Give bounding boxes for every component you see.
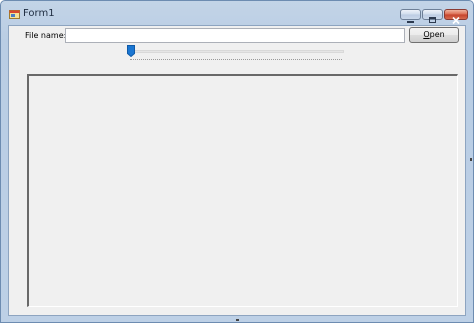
file-name-label: File name:: [25, 31, 67, 40]
resize-grip[interactable]: [470, 158, 472, 161]
maximize-button[interactable]: [422, 9, 443, 23]
maximize-icon: [423, 10, 442, 23]
open-button[interactable]: Open: [409, 27, 459, 43]
open-button-label: pen: [429, 30, 445, 39]
file-name-input[interactable]: [65, 28, 405, 43]
content-panel: [27, 74, 458, 307]
slider-track[interactable]: [129, 50, 344, 53]
title-bar[interactable]: Form1: [1, 1, 473, 26]
slider-thumb[interactable]: [127, 45, 135, 57]
app-form-icon: [9, 10, 20, 19]
minimize-button[interactable]: [400, 9, 421, 23]
resize-grip-bottom[interactable]: [236, 319, 239, 321]
minimize-icon: [401, 10, 420, 23]
close-button[interactable]: [444, 9, 468, 25]
window-title: Form1: [23, 8, 55, 19]
close-icon: [445, 10, 467, 25]
slider-ticks: [130, 59, 342, 61]
